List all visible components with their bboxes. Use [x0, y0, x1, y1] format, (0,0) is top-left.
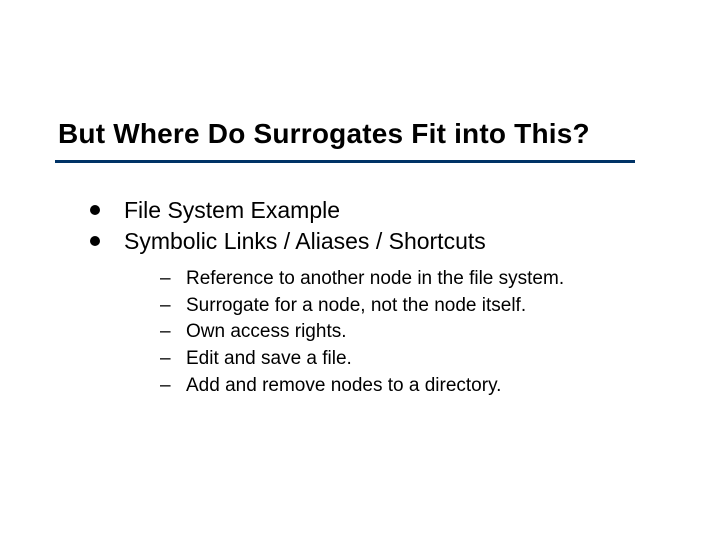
sub-bullet-text: Own access rights. [186, 320, 347, 345]
sub-bullet-text: Surrogate for a node, not the node itsel… [186, 294, 526, 319]
bullet-text: File System Example [124, 196, 340, 225]
bullet-text: Symbolic Links / Aliases / Shortcuts [124, 227, 486, 256]
list-item: – Surrogate for a node, not the node its… [160, 294, 680, 319]
bullet-icon [90, 236, 100, 246]
list-item: – Edit and save a file. [160, 347, 680, 372]
dash-icon: – [160, 347, 168, 372]
slide-content: File System Example Symbolic Links / Ali… [90, 196, 680, 400]
list-item: File System Example [90, 196, 680, 225]
list-item: – Own access rights. [160, 320, 680, 345]
list-item: – Add and remove nodes to a directory. [160, 374, 680, 399]
dash-icon: – [160, 320, 168, 345]
sub-bullet-text: Reference to another node in the file sy… [186, 267, 564, 292]
slide: But Where Do Surrogates Fit into This? F… [0, 0, 720, 540]
list-item: Symbolic Links / Aliases / Shortcuts [90, 227, 680, 256]
bullet-icon [90, 205, 100, 215]
slide-title: But Where Do Surrogates Fit into This? [58, 118, 678, 150]
dash-icon: – [160, 374, 168, 399]
list-item: – Reference to another node in the file … [160, 267, 680, 292]
dash-icon: – [160, 267, 168, 292]
dash-icon: – [160, 294, 168, 319]
title-divider [55, 160, 635, 163]
sub-bullet-text: Edit and save a file. [186, 347, 352, 372]
sub-bullet-text: Add and remove nodes to a directory. [186, 374, 501, 399]
sub-list: – Reference to another node in the file … [160, 267, 680, 398]
